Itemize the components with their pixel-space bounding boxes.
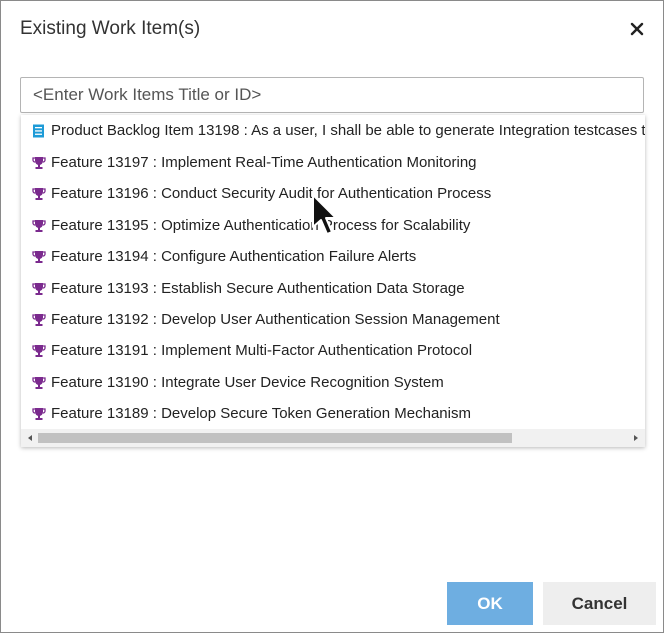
backlog-item-icon bbox=[32, 124, 46, 138]
trophy-icon bbox=[32, 407, 46, 421]
search-results-dropdown: Product Backlog Item 13198 : As a user, … bbox=[21, 115, 645, 447]
list-item-label: Feature 13196 : Conduct Security Audit f… bbox=[51, 185, 492, 202]
list-item[interactable]: Feature 13196 : Conduct Security Audit f… bbox=[21, 180, 645, 208]
list-item[interactable]: Feature 13189 : Develop Secure Token Gen… bbox=[21, 400, 645, 428]
ok-button[interactable]: OK bbox=[447, 582, 533, 625]
trophy-icon bbox=[32, 250, 46, 264]
horizontal-scrollbar[interactable] bbox=[21, 429, 645, 447]
list-item[interactable]: Feature 13197 : Implement Real-Time Auth… bbox=[21, 149, 645, 177]
trophy-icon bbox=[32, 282, 46, 296]
work-item-search-input[interactable] bbox=[20, 77, 644, 113]
scrollbar-thumb[interactable] bbox=[38, 433, 512, 443]
list-item[interactable]: Feature 13193 : Establish Secure Authent… bbox=[21, 275, 645, 303]
cancel-button[interactable]: Cancel bbox=[543, 582, 656, 625]
close-button[interactable] bbox=[623, 15, 651, 43]
trophy-icon bbox=[32, 219, 46, 233]
list-item[interactable]: Product Backlog Item 13198 : As a user, … bbox=[21, 117, 645, 145]
list-item[interactable]: Feature 13192 : Develop User Authenticat… bbox=[21, 306, 645, 334]
list-item-label: Product Backlog Item 13198 : As a user, … bbox=[51, 122, 645, 139]
trophy-icon bbox=[32, 187, 46, 201]
list-item-label: Feature 13190 : Integrate User Device Re… bbox=[51, 374, 444, 391]
list-item-label: Feature 13192 : Develop User Authenticat… bbox=[51, 311, 500, 328]
scroll-right-arrow-icon[interactable] bbox=[631, 433, 641, 443]
list-item-label: Feature 13194 : Configure Authentication… bbox=[51, 248, 417, 265]
list-item-label: Feature 13189 : Develop Secure Token Gen… bbox=[51, 405, 471, 422]
list-item-label: Feature 13195 : Optimize Authentication … bbox=[51, 217, 471, 234]
trophy-icon bbox=[32, 156, 46, 170]
dialog-title: Existing Work Item(s) bbox=[20, 18, 201, 39]
trophy-icon bbox=[32, 376, 46, 390]
list-item-label: Feature 13193 : Establish Secure Authent… bbox=[51, 280, 465, 297]
close-icon bbox=[630, 22, 644, 36]
list-item[interactable]: Feature 13191 : Implement Multi-Factor A… bbox=[21, 337, 645, 365]
list-item-label: Feature 13197 : Implement Real-Time Auth… bbox=[51, 154, 477, 171]
list-item-label: Feature 13191 : Implement Multi-Factor A… bbox=[51, 342, 473, 359]
list-item[interactable]: Feature 13194 : Configure Authentication… bbox=[21, 243, 645, 271]
list-item[interactable]: Feature 13195 : Optimize Authentication … bbox=[21, 212, 645, 240]
scroll-left-arrow-icon[interactable] bbox=[25, 433, 35, 443]
existing-work-items-dialog: Existing Work Item(s) Product Backlog It… bbox=[0, 0, 664, 633]
trophy-icon bbox=[32, 313, 46, 327]
trophy-icon bbox=[32, 344, 46, 358]
list-item[interactable]: Feature 13190 : Integrate User Device Re… bbox=[21, 369, 645, 397]
